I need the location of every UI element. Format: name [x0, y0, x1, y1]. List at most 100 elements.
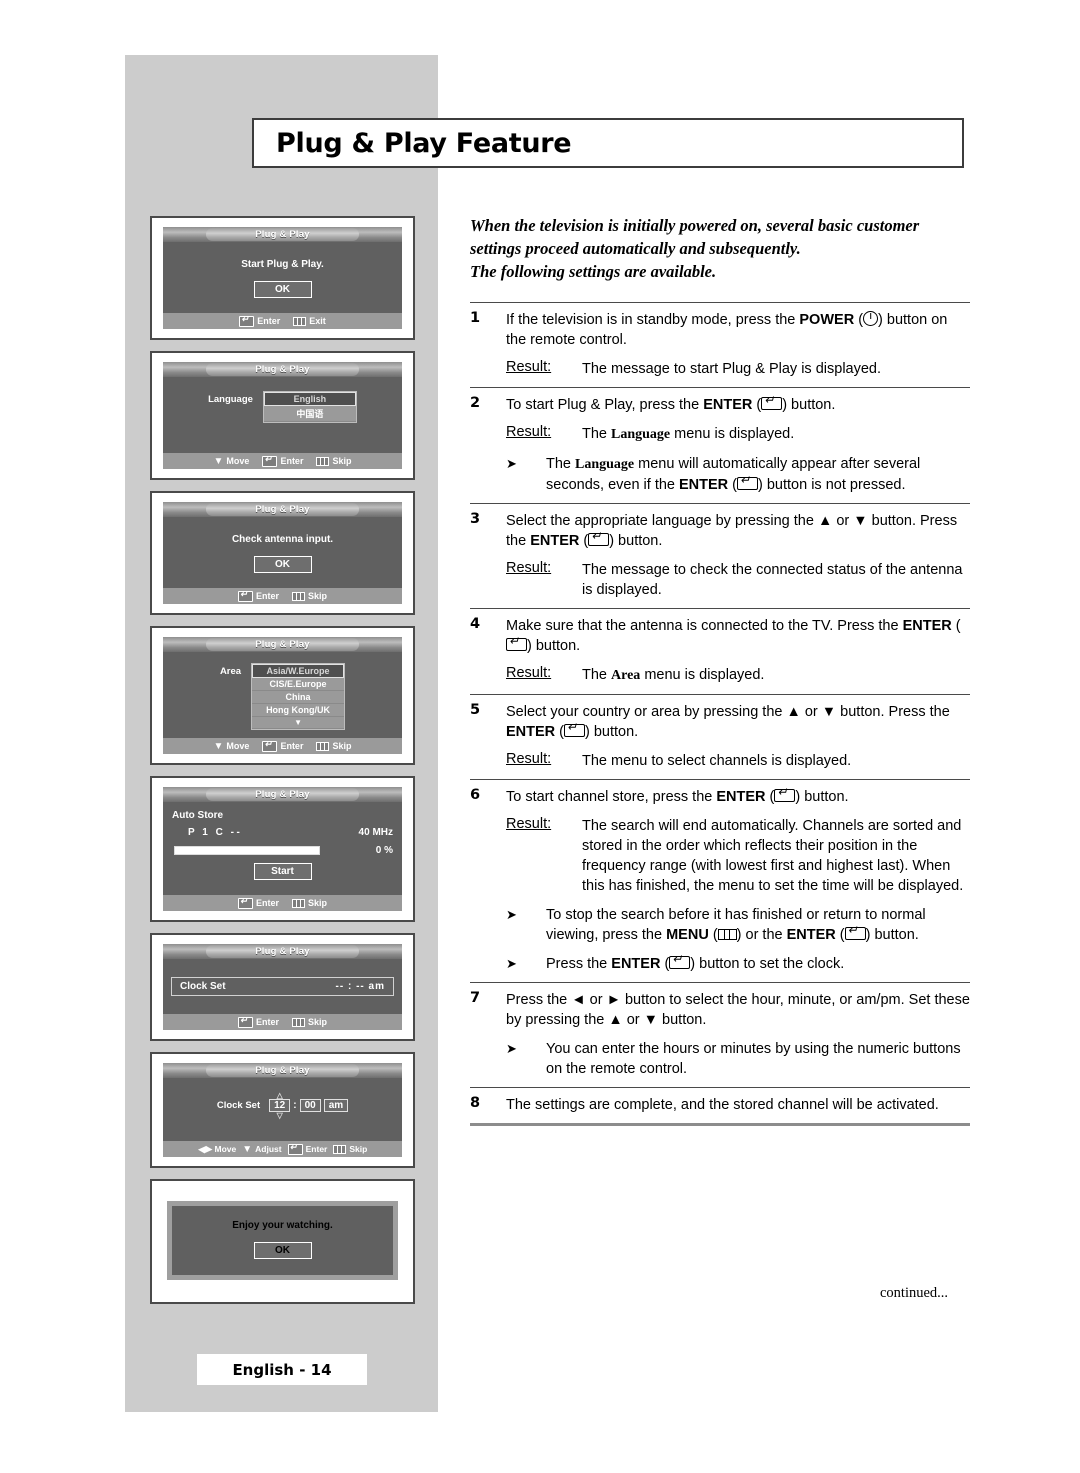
up-down-arrow-icon: ▼	[242, 1143, 253, 1155]
scroll-down-arrow-icon[interactable]: ▼	[252, 717, 345, 729]
osd-message: Start Plug & Play.	[241, 259, 324, 270]
enter-icon	[262, 454, 278, 467]
keyword-enter: ENTER	[703, 397, 753, 413]
osd-card-clock-set-empty: Plug & Play Clock Set -- : -- am Enter S…	[150, 933, 415, 1041]
hint-enter: Enter	[237, 1015, 279, 1028]
hint-skip: Skip	[316, 456, 351, 466]
menu-icon	[333, 1144, 347, 1154]
ok-button[interactable]: OK	[253, 281, 312, 298]
step-text: To start channel store, press the ENTER …	[506, 785, 849, 807]
clock-set-label: Clock Set	[216, 1100, 261, 1111]
result-label: Result:	[506, 359, 552, 375]
menu-icon	[292, 898, 305, 908]
step-text: If the television is in standby mode, pr…	[506, 311, 948, 348]
osd-screenshot-column: Plug & Play Start Plug & Play. OK Enter …	[150, 216, 415, 1315]
keyword-menu: MENU	[666, 927, 709, 943]
osd-hint-bar: Enter Skip	[163, 895, 402, 911]
page-title-bar: Plug & Play Feature	[252, 118, 964, 168]
hint-enter: Enter	[262, 739, 303, 752]
ok-button[interactable]: OK	[253, 1242, 312, 1259]
step-2: 2 To start Plug & Play, press the ENTER …	[470, 388, 970, 503]
step-number: 3	[470, 511, 481, 527]
osd-screen-antenna: Plug & Play Check antenna input. OK Ente…	[163, 502, 402, 604]
language-option-list[interactable]: English 中国语	[262, 391, 357, 423]
enter-icon	[774, 785, 796, 802]
enter-icon	[262, 739, 278, 752]
osd-titlebar: Plug & Play	[163, 637, 402, 652]
step-number: 4	[470, 616, 481, 632]
page-title: Plug & Play Feature	[276, 127, 572, 159]
menu-icon	[292, 591, 305, 601]
enter-icon	[506, 634, 527, 651]
result-text: The menu to select channels is displayed…	[582, 753, 852, 769]
keyword-enter: ENTER	[611, 956, 661, 972]
enter-icon	[237, 589, 253, 602]
channel-label: C	[215, 827, 226, 838]
clock-set-label: Clock Set	[180, 981, 226, 992]
osd-titlebar: Plug & Play	[163, 502, 402, 517]
enter-icon	[588, 529, 610, 546]
osd-title: Plug & Play	[255, 789, 310, 800]
ok-button[interactable]: OK	[253, 556, 312, 573]
hint-move: ▼ Move	[213, 455, 250, 467]
step-text: Press the ◄ or ► button to select the ho…	[506, 992, 970, 1028]
step-text: Select your country or area by pressing …	[506, 702, 970, 742]
result-text: The search will end automatically. Chann…	[582, 818, 964, 894]
page-number-label: English - 14	[197, 1354, 367, 1385]
hint-enter: Enter	[237, 589, 279, 602]
hint-skip: Skip	[292, 591, 327, 601]
step-1: 1 If the television is in standby mode, …	[470, 303, 970, 387]
enter-icon	[761, 393, 783, 410]
enter-icon	[237, 1015, 253, 1028]
minute-field[interactable]: 00	[299, 1099, 321, 1112]
note-bullet-icon: ➤	[506, 1041, 517, 1056]
area-label: Area	[219, 666, 242, 677]
area-option-list[interactable]: Asia/W.Europe CIS/E.Europe China Hong Ko…	[251, 663, 346, 730]
language-option-english[interactable]: English	[263, 392, 356, 406]
hint-move: ▼ Move	[213, 740, 250, 752]
meridiem-field[interactable]: am	[323, 1099, 349, 1112]
result-label: Result:	[506, 816, 552, 832]
area-option-china[interactable]: China	[252, 691, 345, 704]
step-text: Select the appropriate language by press…	[506, 511, 970, 551]
osd-card-auto-store: Plug & Play Auto Store P 1 C -- 40 MHz 0…	[150, 776, 415, 922]
start-button[interactable]: Start	[253, 863, 312, 880]
enter-icon	[669, 952, 691, 969]
power-icon	[863, 311, 879, 326]
osd-card-language: Plug & Play Language English 中国语 ▼Move E…	[150, 351, 415, 480]
spinner-down-arrow-icon[interactable]: ▽	[277, 1112, 283, 1120]
progress-row: 0 %	[172, 845, 393, 856]
progress-percent: 0 %	[375, 845, 393, 856]
note-bullet-icon: ➤	[506, 907, 517, 922]
language-label: Language	[208, 394, 253, 405]
manual-page: Plug & Play Feature Plug & Play Start Pl…	[0, 0, 1080, 1473]
menu-name-language: Language	[611, 427, 671, 442]
language-option-chinese[interactable]: 中国语	[263, 406, 356, 422]
enter-icon	[844, 923, 866, 940]
program-value: 1	[202, 827, 211, 838]
result-label: Result:	[506, 560, 552, 576]
result-label: Result:	[506, 665, 552, 681]
note-bullet-icon: ➤	[506, 456, 517, 471]
osd-screen-enjoy: Enjoy your watching. OK	[167, 1201, 398, 1280]
keyword-power: POWER	[799, 312, 855, 328]
clock-set-field[interactable]: Clock Set -- : -- am	[171, 977, 394, 996]
step-number: 1	[470, 310, 481, 326]
step-number: 2	[470, 395, 481, 411]
spinner-up-arrow-icon[interactable]: △	[277, 1092, 283, 1100]
intro-line-3: The following settings are available.	[470, 262, 717, 281]
menu-icon	[316, 456, 330, 466]
area-option-cis-e-europe[interactable]: CIS/E.Europe	[252, 678, 345, 691]
time-separator: :	[293, 1100, 297, 1111]
up-down-arrow-icon: ▼	[213, 455, 224, 467]
step-number: 7	[470, 990, 481, 1006]
area-option-hong-kong-uk[interactable]: Hong Kong/UK	[252, 704, 345, 717]
osd-titlebar: Plug & Play	[163, 362, 402, 377]
hint-enter: Enter	[237, 896, 279, 909]
osd-titlebar: Plug & Play	[163, 944, 402, 959]
note-text: You can enter the hours or minutes by us…	[546, 1041, 961, 1077]
up-down-arrow-icon: ▼	[213, 740, 224, 752]
area-option-asia-w-europe[interactable]: Asia/W.Europe	[252, 664, 345, 678]
keyword-enter: ENTER	[902, 618, 952, 634]
auto-store-heading: Auto Store	[172, 810, 224, 821]
